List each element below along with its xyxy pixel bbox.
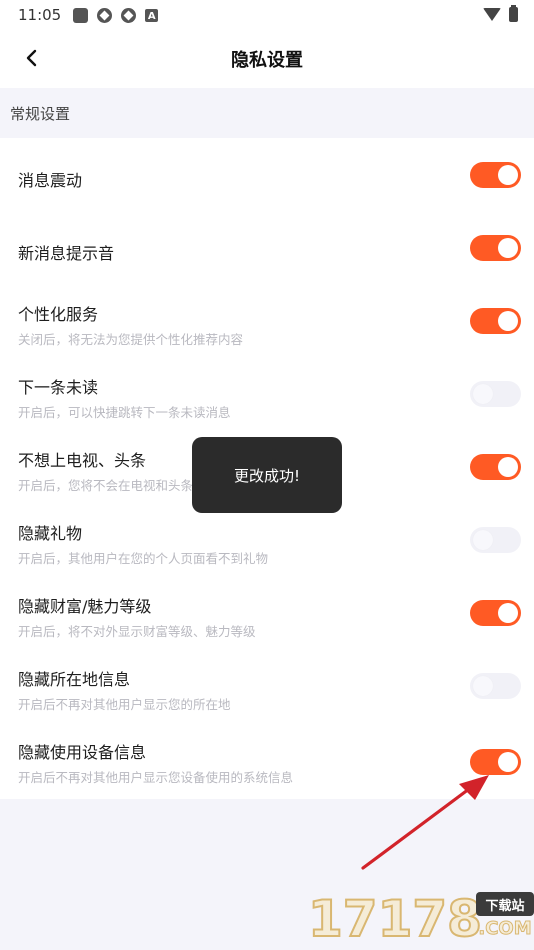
- notification-sync-icon: [97, 7, 113, 23]
- setting-row-message-vibration[interactable]: 消息震动: [0, 138, 534, 211]
- setting-subtitle: 开启后，可以快捷跳转下一条未读消息: [18, 405, 231, 420]
- hide-location-toggle[interactable]: [470, 673, 521, 699]
- toggle-knob: [498, 238, 518, 258]
- status-time: 11:05: [18, 6, 62, 24]
- setting-title: 不想上电视、头条: [18, 451, 147, 470]
- section-label: 常规设置: [10, 104, 71, 123]
- toggle-knob: [498, 165, 518, 185]
- section-header: 常规设置: [0, 88, 534, 138]
- watermark-suffix: .COM: [478, 918, 532, 940]
- watermark-number: 17178: [307, 889, 483, 949]
- nav-bar: 隐私设置: [0, 30, 534, 88]
- toast-message: 更改成功!: [192, 437, 342, 513]
- hide-wealth-level-toggle[interactable]: [470, 600, 521, 626]
- setting-subtitle: 开启后，其他用户在您的个人页面看不到礼物: [18, 551, 269, 566]
- notification-app-icon: [73, 7, 89, 23]
- setting-subtitle: 开启后不再对其他用户显示您的所在地: [18, 697, 231, 712]
- toggle-knob: [498, 752, 518, 772]
- setting-title: 消息震动: [18, 171, 83, 190]
- setting-subtitle: 开启后，您将不会在电视和头条上: [18, 478, 206, 493]
- toggle-knob: [473, 676, 493, 696]
- watermark-badge: 下载站: [476, 892, 534, 916]
- setting-row-hide-gifts[interactable]: 隐藏礼物 开启后，其他用户在您的个人页面看不到礼物: [0, 503, 534, 576]
- setting-title: 隐藏所在地信息: [18, 670, 131, 689]
- setting-title: 隐藏礼物: [18, 524, 83, 543]
- setting-title: 下一条未读: [18, 378, 99, 397]
- setting-row-hide-wealth-level[interactable]: 隐藏财富/魅力等级 开启后，将不对外显示财富等级、魅力等级: [0, 576, 534, 649]
- toggle-knob: [498, 603, 518, 623]
- setting-title: 隐藏使用设备信息: [18, 743, 147, 762]
- setting-row-next-unread[interactable]: 下一条未读 开启后，可以快捷跳转下一条未读消息: [0, 357, 534, 430]
- next-unread-toggle[interactable]: [470, 381, 521, 407]
- setting-title: 个性化服务: [18, 305, 99, 324]
- setting-title: 新消息提示音: [18, 244, 115, 263]
- setting-subtitle: 关闭后，将无法为您提供个性化推荐内容: [18, 332, 244, 347]
- setting-row-new-message-sound[interactable]: 新消息提示音: [0, 211, 534, 284]
- message-vibration-toggle[interactable]: [470, 162, 521, 188]
- site-watermark-logo: 17178 下载站 .COM: [307, 888, 534, 950]
- back-arrow-icon[interactable]: [22, 48, 42, 68]
- toggle-knob: [498, 457, 518, 477]
- toggle-knob: [473, 384, 493, 404]
- setting-subtitle: 开启后不再对其他用户显示您设备使用的系统信息: [18, 770, 294, 785]
- no-tv-headline-toggle[interactable]: [470, 454, 521, 480]
- toast-text: 更改成功!: [233, 466, 300, 485]
- page-title: 隐私设置: [231, 50, 303, 71]
- annotation-arrow-icon: [361, 775, 489, 870]
- hide-gifts-toggle[interactable]: [470, 527, 521, 553]
- status-bar: 11:05 A: [0, 0, 534, 30]
- personalized-service-toggle[interactable]: [470, 308, 521, 334]
- notification-sync-icon-2: [121, 7, 137, 23]
- notification-a-icon: A: [145, 8, 159, 22]
- toggle-knob: [498, 311, 518, 331]
- setting-title: 隐藏财富/魅力等级: [18, 597, 152, 616]
- battery-icon: [509, 5, 518, 22]
- toggle-knob: [473, 530, 493, 550]
- setting-row-hide-location[interactable]: 隐藏所在地信息 开启后不再对其他用户显示您的所在地: [0, 649, 534, 722]
- setting-subtitle: 开启后，将不对外显示财富等级、魅力等级: [18, 624, 256, 639]
- setting-row-personalized-service[interactable]: 个性化服务 关闭后，将无法为您提供个性化推荐内容: [0, 284, 534, 357]
- new-message-sound-toggle[interactable]: [470, 235, 521, 261]
- wifi-icon: [483, 8, 501, 21]
